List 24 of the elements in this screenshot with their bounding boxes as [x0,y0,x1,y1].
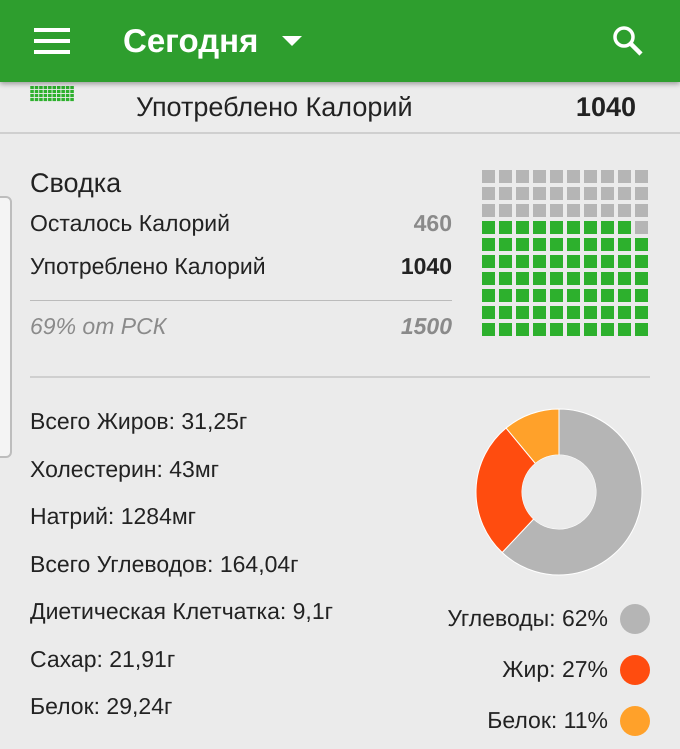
legend-label: Белок: 11% [487,707,608,734]
waffle-icon [30,86,75,102]
nutrient-text: Диетическая Клетчатка: 9,1г [30,597,333,626]
summary-value: 1040 [400,252,452,281]
nutrient-text: Всего Жиров: 31,25г [30,407,248,436]
consumed-label: Употреблено Калорий [136,92,413,122]
search-icon[interactable] [612,25,644,57]
summary-label: Осталось Калорий [30,209,230,238]
goal-value: 1500 [400,313,452,340]
consumed-value: 1040 [576,92,636,122]
goal-label: 69% от РСК [30,313,166,340]
nutrient-text: Всего Углеводов: 164,04г [30,550,300,579]
nutrient-text: Белок: 29,24г [30,692,174,721]
nutrient-text: Холестерин: 43мг [30,454,220,484]
date-dropdown[interactable]: Сегодня [123,22,302,60]
nutrient-text: Сахар: 21,91г [30,644,176,674]
summary-title: Сводка [30,167,122,200]
legend-label: Углеводы: 62% [447,605,608,632]
caret-icon [282,36,302,46]
nutrient-text: Натрий: 1284мг [30,502,198,531]
menu-icon[interactable] [34,28,70,54]
summary-value: 460 [414,209,452,238]
legend-label: Жир: 27% [502,656,608,683]
summary-label: Употреблено Калорий [30,252,266,281]
